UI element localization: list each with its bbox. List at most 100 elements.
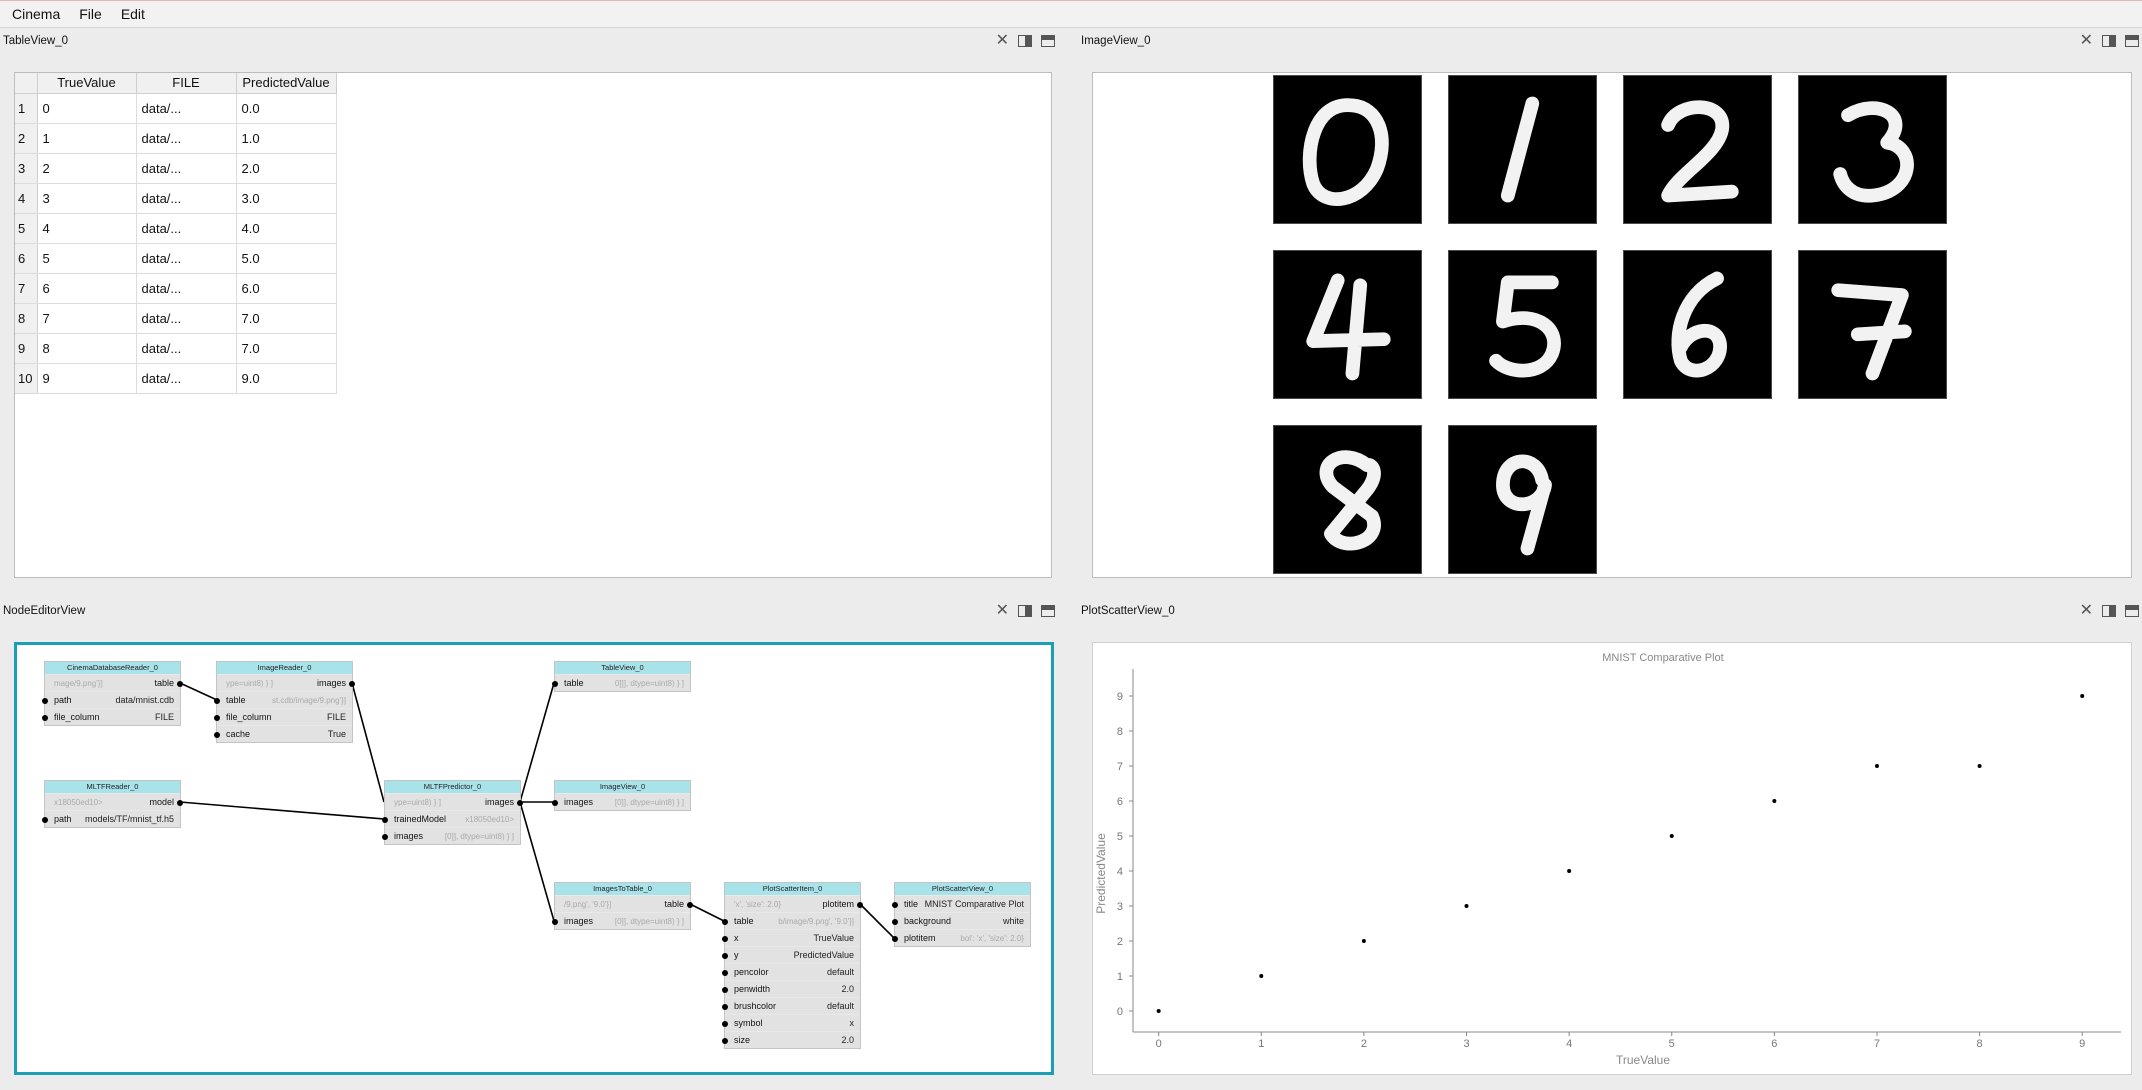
output-socket[interactable] [517,800,523,806]
table-row[interactable]: 4 3 data/... 3.0 [15,183,337,214]
port-value[interactable]: default [827,967,854,977]
table-row[interactable]: 8 7 data/... 7.0 [15,303,337,334]
input-socket[interactable] [214,698,220,704]
cell-file[interactable]: data/... [136,153,237,184]
cell-true-value[interactable]: 3 [37,183,137,214]
port-value[interactable]: [0]], dtype=uint8) } ] [615,917,684,926]
close-icon[interactable]: ✕ [2080,603,2093,619]
node-tv[interactable]: TableView_0 table 0]]], dtype=uint8) } ] [552,661,691,692]
cell-predicted-value[interactable]: 4.0 [236,213,337,244]
row-number[interactable]: 2 [15,123,38,154]
port-value[interactable]: [0]], dtype=uint8) } ] [445,832,514,841]
input-socket[interactable] [42,715,48,721]
cell-true-value[interactable]: 5 [37,243,137,274]
port-value[interactable]: 0]]], dtype=uint8) } ] [615,679,684,688]
node-input-port[interactable]: images [0]], dtype=uint8) } ] [552,793,690,810]
float-icon[interactable] [1018,605,1032,617]
cell-file[interactable]: data/... [136,333,237,364]
cell-true-value[interactable]: 0 [37,93,137,124]
input-socket[interactable] [892,919,898,925]
port-value[interactable]: data/mnist.cdb [115,695,174,705]
cell-predicted-value[interactable]: 0.0 [236,93,337,124]
cell-file[interactable]: data/... [136,123,237,154]
port-value[interactable]: b/image/9.png', '9.0'}] [778,917,854,926]
port-value[interactable]: MNIST Comparative Plot [925,899,1024,909]
row-number[interactable]: 10 [15,363,38,394]
table-row[interactable]: 1 0 data/... 0.0 [15,93,337,124]
input-socket[interactable] [722,1021,728,1027]
column-header[interactable]: FILE [136,73,237,94]
node-output-port[interactable]: /9.png', '9.0'}] table [555,895,693,912]
cell-file[interactable]: data/... [136,363,237,394]
menu-cinema[interactable]: Cinema [0,6,67,22]
node-input-port[interactable]: table b/image/9.png', '9.0'}] [722,912,860,929]
row-number[interactable]: 9 [15,333,38,364]
node-input-port[interactable]: file_column FILE [214,708,352,725]
output-socket[interactable] [687,902,693,908]
node-title[interactable]: MLTFReader_0 [45,781,180,793]
input-socket[interactable] [382,834,388,840]
node-input-port[interactable]: trainedModel x18050ed10> [382,810,520,827]
table-row[interactable]: 9 8 data/... 7.0 [15,333,337,364]
cell-predicted-value[interactable]: 9.0 [236,363,337,394]
node-input-port[interactable]: symbol x [722,1014,860,1031]
node-iv[interactable]: ImageView_0 images [0]], dtype=uint8) } ] [552,780,691,811]
node-input-port[interactable]: path data/mnist.cdb [42,691,180,708]
row-number[interactable]: 1 [15,93,38,124]
menu-file[interactable]: File [67,6,109,22]
node-input-port[interactable]: brushcolor default [722,997,860,1014]
cell-true-value[interactable]: 4 [37,213,137,244]
input-socket[interactable] [722,953,728,959]
node-input-port[interactable]: y PredictedValue [722,946,860,963]
input-socket[interactable] [722,936,728,942]
cell-true-value[interactable]: 8 [37,333,137,364]
cell-true-value[interactable]: 6 [37,273,137,304]
node-ir[interactable]: ImageReader_0 ype=uint8) } ] images table st… [214,661,355,743]
port-value[interactable]: FILE [327,712,346,722]
port-value[interactable]: TrueValue [813,933,854,943]
input-socket[interactable] [892,936,898,942]
column-header[interactable]: TrueValue [37,73,137,94]
node-psv[interactable]: PlotScatterView_0 title MNIST Comparative … [892,882,1031,947]
cell-file[interactable]: data/... [136,273,237,304]
input-socket[interactable] [214,732,220,738]
node-cdr[interactable]: CinemaDatabaseReader_0 mage/9.png'}] table… [42,661,183,726]
column-header[interactable]: PredictedValue [236,73,337,94]
menu-edit[interactable]: Edit [109,6,152,22]
cell-predicted-value[interactable]: 7.0 [236,333,337,364]
node-input-port[interactable]: penwidth 2.0 [722,980,860,997]
node-input-port[interactable]: table st.cdb/image/9.png'}] [214,691,352,708]
close-icon[interactable]: ✕ [996,33,1009,49]
node-input-port[interactable]: cache True [214,725,352,742]
port-value[interactable]: PredictedValue [794,950,854,960]
cell-predicted-value[interactable]: 5.0 [236,243,337,274]
float-icon[interactable] [1018,35,1032,47]
table-row[interactable]: 3 2 data/... 2.0 [15,153,337,184]
node-title[interactable]: ImageView_0 [555,781,690,793]
row-number[interactable]: 4 [15,183,38,214]
cell-predicted-value[interactable]: 7.0 [236,303,337,334]
node-input-port[interactable]: table 0]]], dtype=uint8) } ] [552,674,690,691]
input-socket[interactable] [552,681,558,687]
port-value[interactable]: default [827,1001,854,1011]
node-title[interactable]: ImagesToTable_0 [555,883,690,895]
input-socket[interactable] [382,817,388,823]
node-output-port[interactable]: ype=uint8) } ] images [217,674,355,691]
node-input-port[interactable]: path models/TF/mnist_tf.h5 [42,810,180,827]
input-socket[interactable] [214,715,220,721]
port-value[interactable]: st.cdb/image/9.png'}] [272,696,346,705]
row-number[interactable]: 5 [15,213,38,244]
node-output-port[interactable]: 'x', 'size': 2.0} plotitem [725,895,863,912]
maximize-icon[interactable] [1041,605,1055,617]
port-value[interactable]: models/TF/mnist_tf.h5 [85,814,174,824]
maximize-icon[interactable] [2125,605,2139,617]
table-row[interactable]: 6 5 data/... 5.0 [15,243,337,274]
output-socket[interactable] [177,800,183,806]
row-number[interactable]: 3 [15,153,38,184]
output-socket[interactable] [177,681,183,687]
node-mltfr[interactable]: MLTFReader_0 x18050ed10> model path models/T… [42,780,183,828]
table-row[interactable]: 7 6 data/... 6.0 [15,273,337,304]
cell-predicted-value[interactable]: 3.0 [236,183,337,214]
cell-true-value[interactable]: 2 [37,153,137,184]
node-output-port[interactable]: ype=uint8) } ] images [385,793,523,810]
